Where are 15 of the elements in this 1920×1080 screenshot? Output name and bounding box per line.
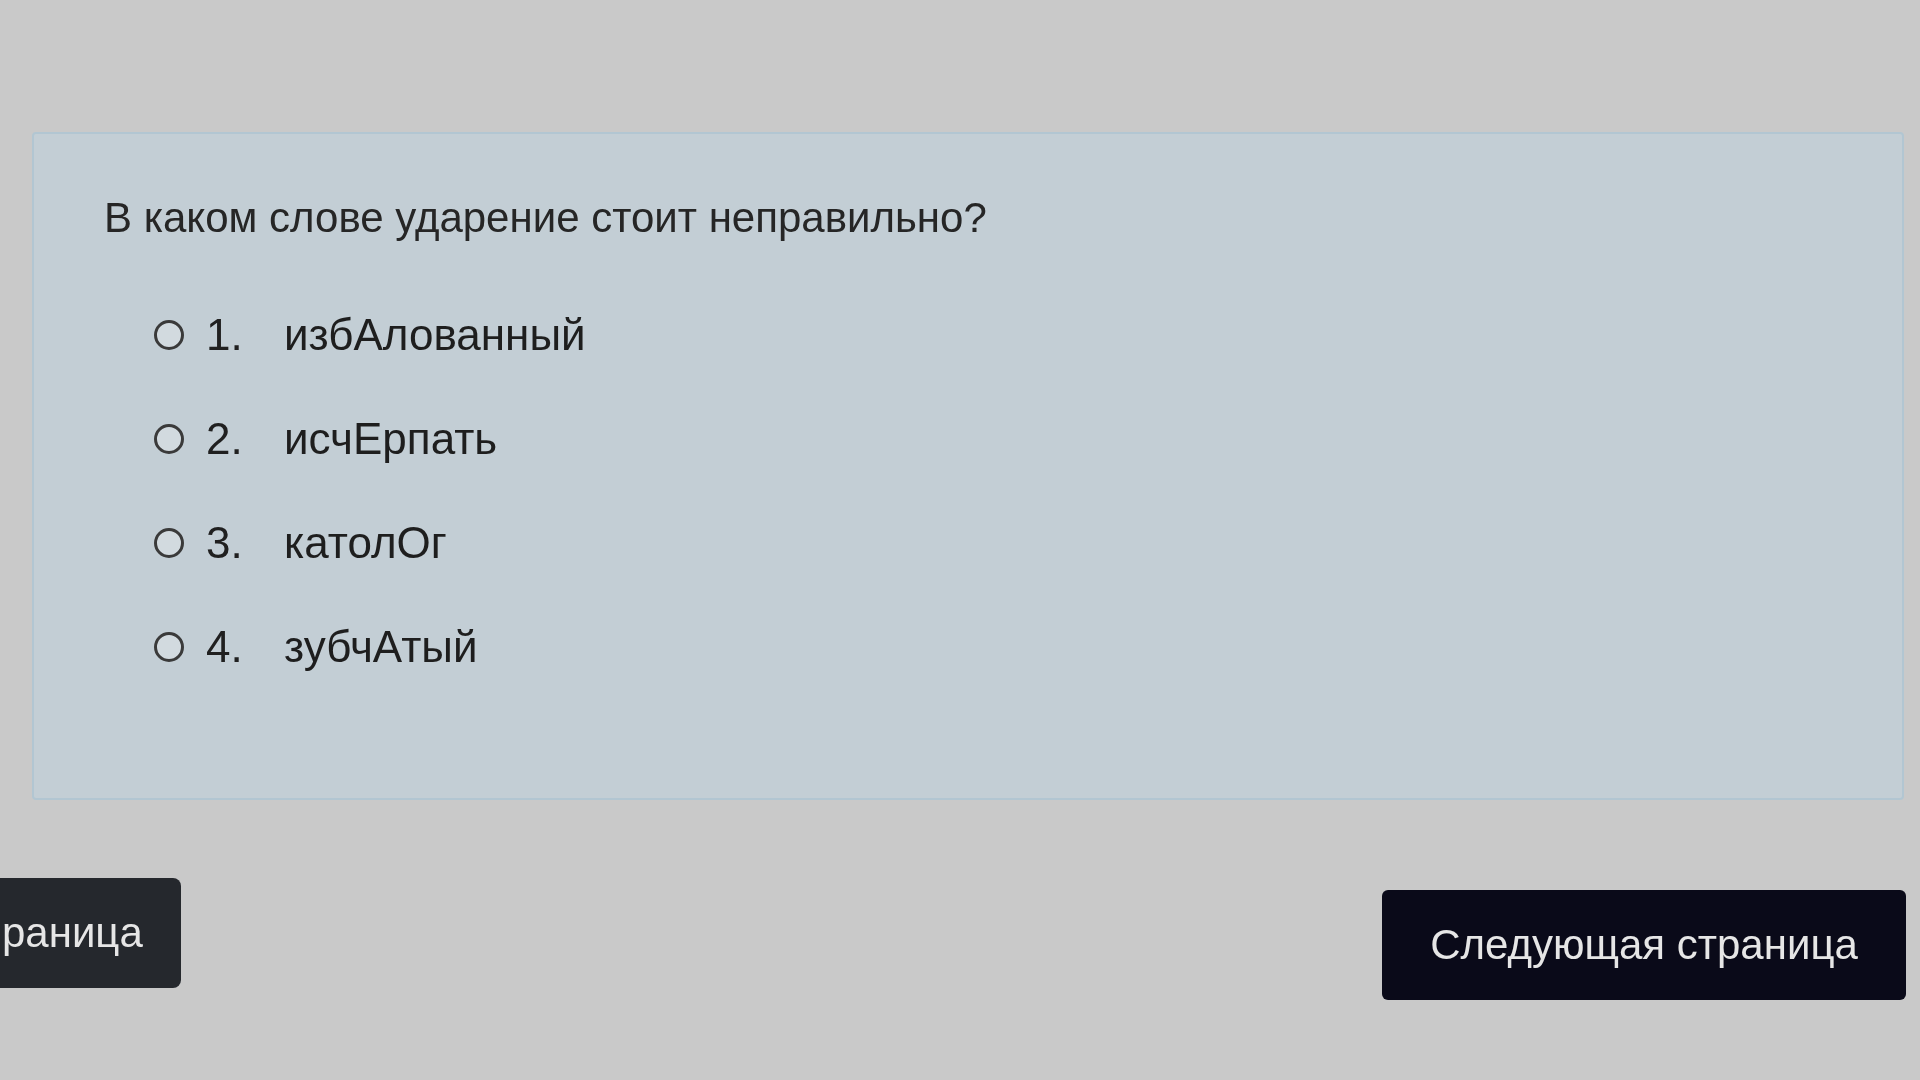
option-number: 3. [206,518,244,568]
option-number: 2. [206,414,244,464]
option-label[interactable]: избАлованный [284,310,586,360]
radio-button[interactable] [154,424,184,454]
radio-button[interactable] [154,320,184,350]
previous-page-button[interactable]: раница [0,878,181,988]
next-page-button[interactable]: Следующая страница [1382,890,1906,1000]
option-label[interactable]: католОг [284,518,447,568]
option-label[interactable]: исчЕрпать [284,414,498,464]
radio-button[interactable] [154,632,184,662]
option-label[interactable]: зубчАтый [284,622,478,672]
option-number: 1. [206,310,244,360]
option-number: 4. [206,622,244,672]
radio-button[interactable] [154,528,184,558]
question-text: В каком слове ударение стоит неправильно? [104,193,988,243]
